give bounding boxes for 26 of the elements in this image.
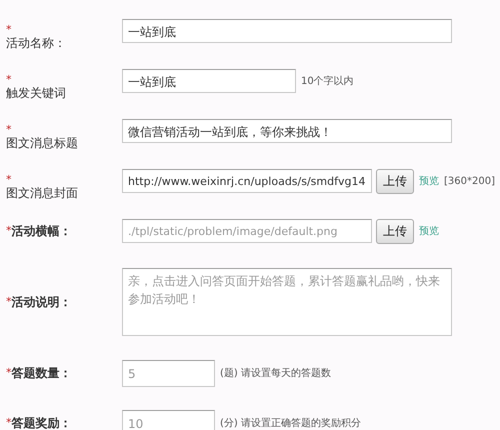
required-mark: * bbox=[6, 368, 12, 378]
field-label: 活动名称： bbox=[6, 34, 66, 52]
hint-text: 10个字以内 bbox=[301, 74, 354, 88]
field-label: 图文消息封面 bbox=[6, 184, 78, 202]
input-field[interactable]: 一站到底 bbox=[122, 69, 296, 93]
input-field[interactable]: http://www.weixinrj.cn/uploads/s/smdfvg14 bbox=[122, 169, 372, 193]
required-mark: * bbox=[6, 74, 12, 84]
field-label: 图文消息标题 bbox=[6, 134, 78, 152]
required-mark: * bbox=[6, 226, 12, 236]
input-field[interactable]: 微信营销活动一站到底，等你来挑战！ bbox=[122, 119, 452, 143]
required-mark: * bbox=[6, 418, 12, 428]
upload-button[interactable]: 上传 bbox=[376, 168, 414, 194]
required-mark: * bbox=[6, 174, 12, 184]
required-mark: * bbox=[6, 24, 12, 34]
field-label: 活动说明： bbox=[12, 294, 72, 310]
field-label: 答题奖励： bbox=[12, 414, 72, 430]
required-mark: * bbox=[6, 124, 12, 134]
hint-text: (题) 请设置每天的答题数 bbox=[220, 366, 331, 380]
hint-text: [360*200] bbox=[444, 176, 495, 186]
field-label: 答题数量： bbox=[12, 364, 72, 382]
upload-button[interactable]: 上传 bbox=[376, 218, 414, 244]
hint-text: (分) 请设置正确答题的奖励积分 bbox=[220, 416, 361, 430]
field-label: 触发关键词 bbox=[6, 84, 66, 102]
required-mark: * bbox=[6, 297, 12, 307]
input-field[interactable]: 一站到底 bbox=[122, 19, 452, 43]
field-label: 活动横幅： bbox=[12, 222, 72, 240]
